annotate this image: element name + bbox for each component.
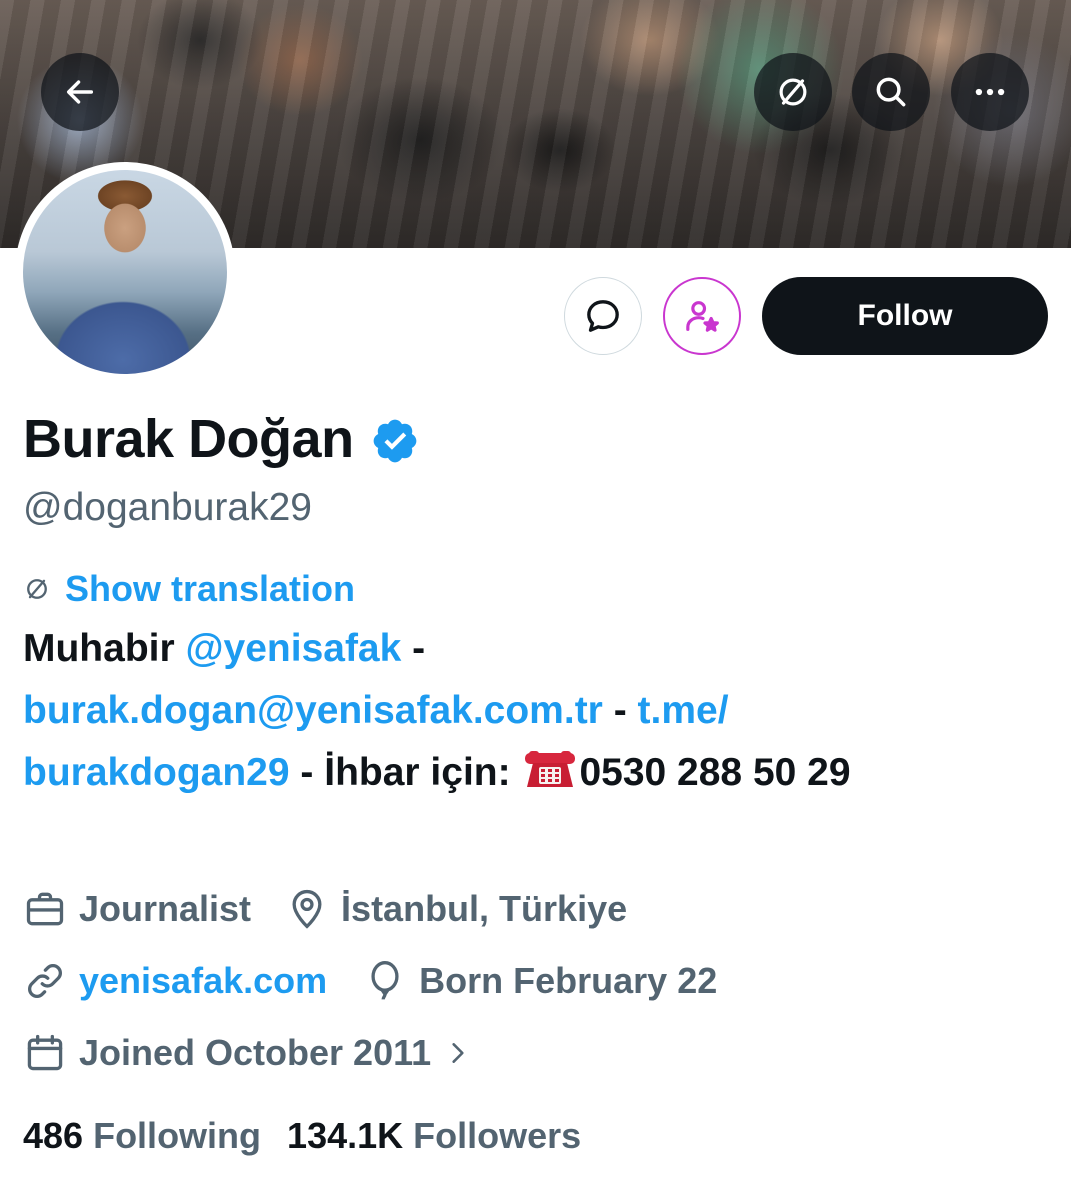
category-item: Journalist	[23, 886, 251, 932]
follow-button[interactable]: Follow	[762, 277, 1048, 355]
bio-separator: -	[401, 627, 426, 670]
user-handle: @doganburak29	[23, 486, 312, 529]
birthday-item: Born February 22	[363, 958, 717, 1004]
telephone-icon	[525, 751, 576, 787]
show-translation-label: Show translation	[65, 568, 356, 609]
search-icon	[876, 77, 906, 107]
bio-text: - İhbar için:	[289, 751, 522, 794]
link-icon	[28, 964, 62, 998]
profile-meta-row-2: yenisafak.com Born February 22	[23, 958, 717, 1004]
calendar-icon	[27, 1034, 63, 1071]
profile-meta-row-1: Journalist İstanbul, Türkiye	[23, 886, 627, 932]
follow-stats: 486 Following 134.1K Followers	[23, 1112, 581, 1160]
profile-meta-row-3[interactable]: Joined October 2011	[23, 1030, 471, 1076]
display-name: Burak Doğan	[23, 409, 354, 469]
location-item: İstanbul, Türkiye	[285, 886, 627, 932]
translate-icon	[779, 78, 807, 106]
following-label: Following	[93, 1115, 262, 1156]
more-horizontal-icon	[975, 88, 1005, 96]
bio-telegram-link-end[interactable]: burakdogan29	[23, 751, 290, 794]
bio-telegram-link-start[interactable]: t.me/	[638, 689, 729, 732]
translate-icon	[27, 579, 47, 599]
category-label: Journalist	[79, 888, 252, 929]
location-pin-icon	[292, 889, 322, 929]
website-link[interactable]: yenisafak.com	[79, 958, 327, 1004]
bio-phone-number: 0530 288 50 29	[579, 751, 851, 794]
message-button[interactable]	[564, 277, 642, 355]
profile-bio: Muhabir @yenisafak - burak.dogan@yenisafa…	[23, 618, 1033, 804]
bio-email-link[interactable]: burak.dogan@yenisafak.com.tr	[23, 689, 603, 732]
bio-text: Muhabir	[23, 627, 186, 670]
followers-count: 134.1K	[287, 1115, 404, 1156]
avatar[interactable]	[15, 162, 235, 382]
website-item[interactable]: yenisafak.com	[23, 958, 327, 1004]
chevron-right-icon	[452, 1043, 464, 1063]
bio-separator: -	[602, 689, 638, 732]
followers-stat[interactable]: 134.1K Followers	[287, 1112, 581, 1160]
more-button[interactable]	[951, 53, 1029, 131]
briefcase-icon	[26, 892, 64, 926]
name-row: Burak Doğan	[23, 405, 420, 473]
bio-mention-link[interactable]: @yenisafak	[186, 627, 402, 670]
following-count: 486	[23, 1115, 84, 1156]
show-translation-link[interactable]: Show translation	[23, 566, 355, 612]
followers-label: Followers	[413, 1115, 582, 1156]
joined-label: Joined October 2011	[79, 1032, 432, 1073]
birthday-label: Born February 22	[419, 960, 718, 1001]
subscribe-button[interactable]	[663, 277, 741, 355]
joined-item[interactable]: Joined October 2011	[23, 1030, 471, 1076]
person-star-icon	[686, 301, 719, 332]
location-label: İstanbul, Türkiye	[341, 888, 628, 929]
arrow-left-icon	[66, 80, 94, 104]
following-stat[interactable]: 486 Following	[23, 1112, 261, 1160]
back-button[interactable]	[41, 53, 119, 131]
verified-badge-icon[interactable]	[370, 416, 420, 466]
translate-button[interactable]	[754, 53, 832, 131]
message-bubble-icon	[587, 300, 619, 332]
avatar-image	[23, 170, 227, 374]
search-button[interactable]	[852, 53, 930, 131]
balloon-icon	[371, 961, 399, 1000]
